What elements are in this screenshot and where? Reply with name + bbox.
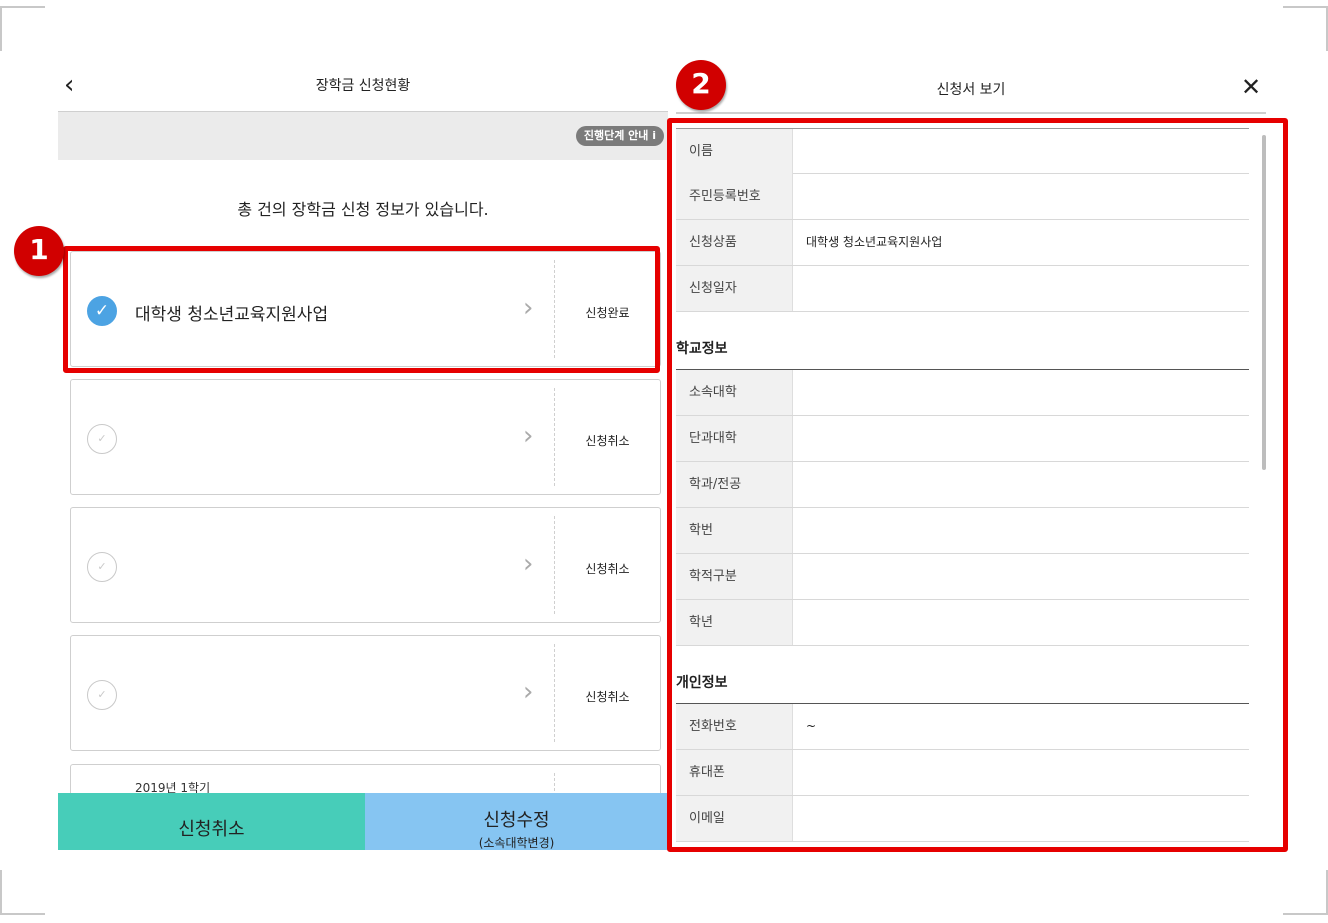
frame-corner-tr-h [1283, 6, 1328, 8]
card-status: 신청취소 [585, 434, 630, 448]
chevron-right-icon: › [523, 549, 534, 579]
frame-corner-tl-h [0, 6, 45, 8]
check-icon: ✓ [87, 424, 117, 454]
check-icon: ✓ [87, 552, 117, 582]
modify-button-label: 신청수정 [483, 810, 550, 831]
stage-bar: 진행단계 안내 i [58, 112, 668, 160]
chevron-right-icon: › [523, 421, 534, 451]
frame-corner-bl-h [0, 913, 45, 915]
stage-guide-button[interactable]: 진행단계 안내 i [575, 126, 664, 146]
check-icon: ✓ [87, 680, 117, 710]
frame-corner-br-h [1283, 913, 1328, 915]
card-status: 신청취소 [585, 562, 630, 576]
cancel-application-button[interactable]: 신청취소 [58, 793, 365, 850]
step-badge-1: 1 [14, 226, 64, 276]
frame-corner-tl-v [0, 6, 2, 51]
application-card[interactable]: ✓ › 신청취소 [70, 507, 661, 623]
application-card[interactable]: ✓ › 신청취소 [70, 379, 661, 495]
modify-button-sublabel: (소속대학변경) [478, 836, 555, 850]
close-icon[interactable]: ✕ [1236, 72, 1266, 102]
step-badge-2: 2 [676, 60, 726, 110]
frame-corner-bl-v [0, 870, 2, 915]
modify-application-button[interactable]: 신청수정 (소속대학변경) [365, 793, 668, 850]
chevron-right-icon: › [523, 677, 534, 707]
application-status-panel: ‹ 장학금 신청현황 진행단계 안내 i 총 건의 장학금 신청 정보가 있습니… [58, 60, 668, 850]
right-header: 신청서 보기 ✕ [676, 60, 1266, 114]
application-view-title: 신청서 보기 [936, 82, 1006, 98]
highlight-box-2 [667, 118, 1288, 852]
summary-text: 총 건의 장학금 신청 정보가 있습니다. [237, 200, 489, 219]
page-title: 장학금 신청현황 [315, 78, 411, 94]
card-status: 신청취소 [585, 690, 630, 704]
highlight-box-1 [63, 246, 660, 373]
application-card[interactable]: ✓ › 신청취소 [70, 635, 661, 751]
left-header: ‹ 장학금 신청현황 [58, 60, 668, 112]
